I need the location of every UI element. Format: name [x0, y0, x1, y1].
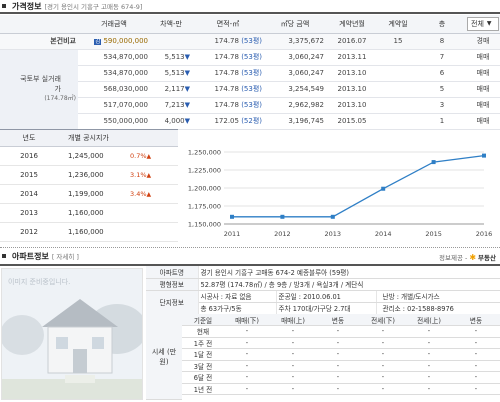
official-price-table: 년도 개별 공시지가 2016 1,245,000 0.7%▲ 2015 1,2…: [0, 129, 178, 242]
data-point: [482, 153, 486, 158]
col-lease-low: 전세(下): [360, 314, 406, 326]
col-diff: 차액-만: [150, 15, 192, 34]
price-table: 거래금액 차액-만 면적-㎡ ㎡당 금액 계약년월 계약일 층 전체 ▼ 본건비…: [0, 15, 500, 130]
table-row: 2016 1,245,000 0.7%▲: [0, 146, 178, 166]
y-tick-label: 1,150,000: [188, 221, 221, 229]
apt-parking: 주차 170대/가구당 2.7대: [276, 302, 377, 315]
y-tick-label: 1,225,000: [188, 167, 221, 175]
col-official-price: 개별 공시지가: [58, 129, 178, 147]
data-point: [280, 214, 285, 219]
apt-completed: 준공일 : 2010.06.01: [276, 290, 377, 303]
col-floor: 층: [418, 15, 466, 34]
label-complex: 단지정보: [146, 290, 199, 315]
brand-logo-icon: ✱: [469, 252, 477, 262]
table-row: 2015 1,236,000 3.1%▲: [0, 165, 178, 185]
section-bullet-icon: [2, 4, 6, 8]
data-point: [431, 160, 436, 165]
down-arrow-icon: ▼: [184, 101, 190, 109]
apt-builder: 시공사 : 자료 없음: [198, 290, 277, 303]
x-tick-label: 2013: [325, 230, 342, 238]
market-price-table: 기준일 매매(下) 매매(上) 변동 전세(下) 전세(上) 변동 현재 - - - -…: [182, 314, 500, 395]
table-row: 1주 전------: [182, 337, 500, 349]
x-tick-label: 2016: [476, 230, 493, 238]
apt-office: 관리소 : 02-1588-8976: [376, 302, 500, 315]
down-arrow-icon: ▼: [184, 117, 190, 125]
table-row: 2012 1,160,000: [0, 222, 178, 242]
appraisal-badge: 감: [94, 39, 102, 45]
up-arrow-icon: ▲: [146, 172, 152, 179]
down-arrow-icon: ▼: [184, 53, 190, 61]
series-line: [232, 154, 485, 218]
apt-name: 경기 용인시 기흥구 고매동 674-2 예종블루아 (59평): [198, 266, 500, 279]
label-market: 시세 (만원): [146, 314, 182, 400]
price-section-address: [경기 용인시 기흥구 고매동 674-9]: [44, 3, 143, 11]
col-unit-price: ㎡당 금액: [264, 15, 326, 34]
down-arrow-icon: ▼: [184, 85, 190, 93]
col-sale-low: 매매(下): [224, 314, 270, 326]
col-lease-change: 변동: [452, 314, 500, 326]
price-section-header: 가격정보 [경기 용인시 기흥구 고매동 674-9]: [2, 0, 142, 12]
table-row: 6달 전------: [182, 371, 500, 384]
apt-photo-placeholder: 이미지 준비중입니다.: [1, 268, 143, 400]
label-apt-name: 아파트명: [146, 266, 199, 279]
col-sale-change: 변동: [316, 314, 360, 326]
house-illustration-icon: [2, 269, 142, 399]
filter-select[interactable]: 전체 ▼: [467, 16, 499, 31]
data-point: [330, 214, 335, 219]
row-label-own: 본건비교: [0, 33, 78, 50]
table-row: 2014 1,199,000 3.4%▲: [0, 184, 178, 204]
apt-heating: 난방 : 개별/도시가스: [376, 290, 500, 303]
apt-section-header: 아파트정보 [ 자세히 ]: [2, 250, 79, 262]
detail-link[interactable]: [ 자세히 ]: [52, 251, 79, 261]
apt-pyeong-info: 52.87평 (174.78㎡) / 층 9층 / 방3개 / 욕실3개 / 계…: [198, 278, 500, 291]
y-tick-label: 1,200,000: [188, 185, 221, 193]
apt-info-table: 아파트명 경기 용인시 기흥구 고매동 674-2 예종블루아 (59평) 평형…: [146, 266, 500, 315]
y-tick-label: 1,250,000: [188, 149, 221, 157]
label-pyeong: 평형정보: [146, 278, 199, 291]
table-row: 1달 전------: [182, 348, 500, 361]
col-contract-ym: 계약년월: [326, 15, 378, 34]
chevron-down-icon: ▼: [486, 20, 492, 28]
down-arrow-icon: ▼: [184, 69, 190, 77]
table-row: 현재 - - - - - -: [182, 325, 500, 338]
x-tick-label: 2015: [425, 230, 442, 238]
apt-households: 총 63가구/5동: [198, 302, 277, 315]
price-section-title: 가격정보: [12, 1, 42, 11]
table-row: 1년 전------: [182, 383, 500, 395]
col-year: 년도: [0, 129, 58, 147]
row-label-gov: 국토부 실거래가 (174.78㎡): [0, 49, 78, 130]
y-tick-label: 1,175,000: [188, 203, 221, 211]
col-lease-high: 전세(上): [406, 314, 452, 326]
col-sale-high: 매매(上): [270, 314, 316, 326]
table-row: 국토부 실거래가 (174.78㎡) 534,870,000 5,513▼ 17…: [0, 49, 500, 130]
data-point: [381, 186, 386, 191]
apt-section-title: 아파트정보: [12, 251, 49, 261]
col-price: 거래금액: [78, 15, 150, 34]
section-bullet-icon: [2, 254, 6, 258]
x-tick-label: 2011: [224, 230, 241, 238]
photo-caption: 이미지 준비중입니다.: [8, 278, 71, 286]
col-area: 면적-㎡: [192, 15, 264, 34]
official-price-chart: 1,150,000 1,175,000 1,200,000 1,225,000 1,25…: [188, 149, 493, 239]
col-contract-day: 계약일: [378, 15, 418, 34]
x-tick-label: 2012: [274, 230, 291, 238]
data-point: [230, 214, 234, 219]
table-row: 본건비교 감 590,000,000 174.78 (53평) 3,375,672…: [0, 33, 500, 50]
source-credit: 정보제공 - ✱ 부동산: [439, 252, 496, 263]
table-row: 3달 전------: [182, 360, 500, 372]
up-arrow-icon: ▲: [146, 191, 152, 198]
x-tick-label: 2014: [375, 230, 392, 238]
col-base-date: 기준일: [182, 314, 224, 326]
table-row: 2013 1,160,000: [0, 203, 178, 223]
deal-type: 경매: [466, 33, 500, 50]
up-arrow-icon: ▲: [146, 153, 152, 160]
